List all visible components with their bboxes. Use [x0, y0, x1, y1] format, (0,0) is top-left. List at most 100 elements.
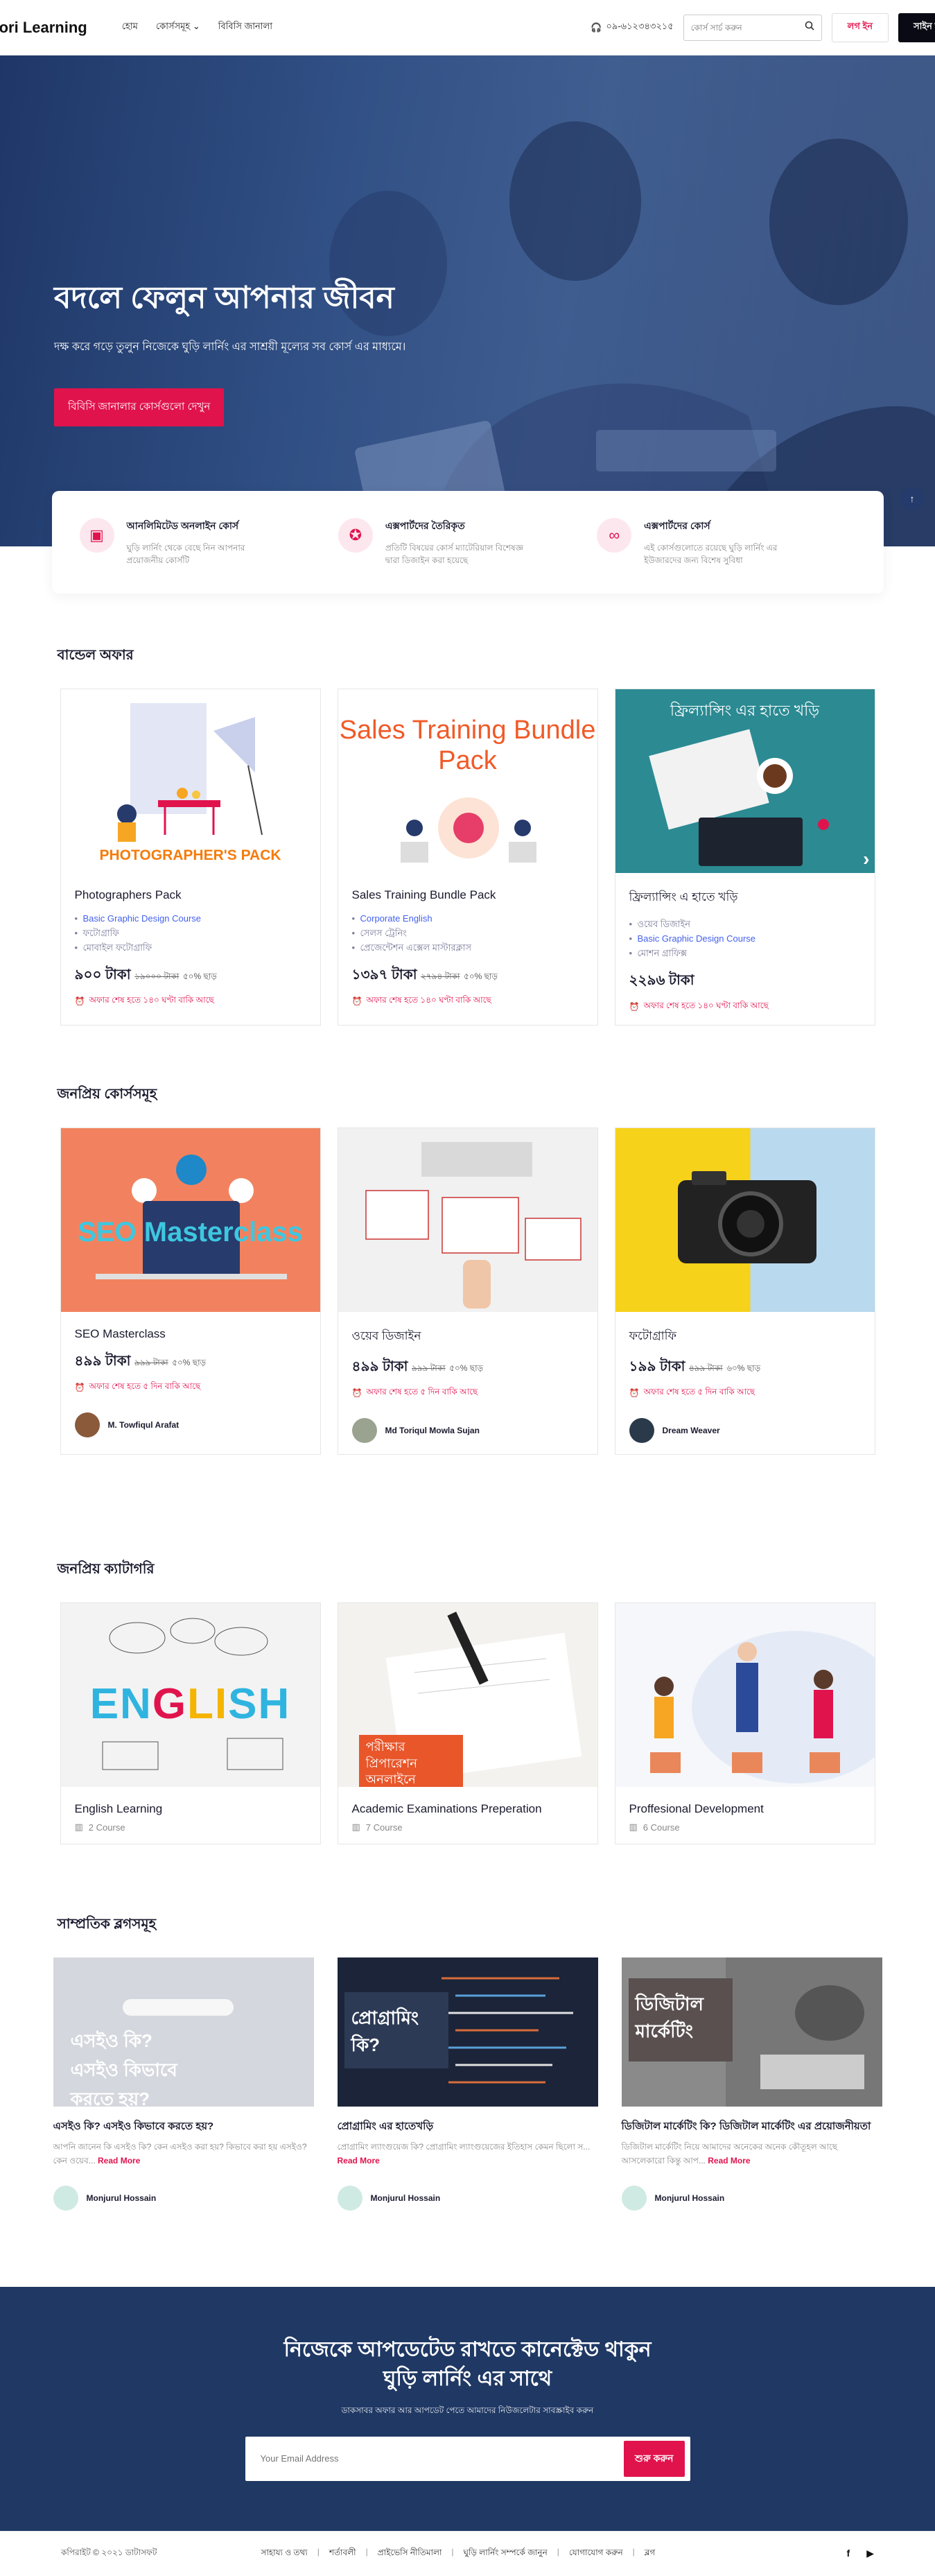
chevron-right-icon[interactable]: ›: [863, 848, 869, 870]
bundle-title: ফ্রিল্যান্সিং এ হাতে খড়ি: [629, 890, 738, 904]
phone-number[interactable]: 🎧 ০৯-৬১২৩৪৩২১৫: [591, 20, 673, 35]
current-price: ১৯৯ টাকা: [629, 1359, 685, 1375]
discount: ৫০% ছাড়: [172, 1358, 207, 1368]
instructor[interactable]: M. Towfiqul Arafat: [74, 1412, 306, 1438]
category-card[interactable]: ENGLISH English Learning ▥ 2 Course: [60, 1602, 321, 1845]
blog-card[interactable]: ডিজিটাল মার্কেটিং ডিজিটাল মার্কেটিং কি? …: [621, 1957, 882, 2218]
footer-link-terms[interactable]: শর্তাবলী: [329, 2547, 356, 2561]
bundle-title: Photographers Pack: [74, 888, 182, 901]
list-item: ফটোগ্রাফি: [75, 926, 306, 941]
email-field[interactable]: [260, 2453, 624, 2464]
old-price: ১৯০০০ টাকা: [134, 971, 180, 982]
course-card[interactable]: ওয়েব ডিজাইন ৪৯৯ টাকা ৯৯৯ টাকা ৫০% ছাড় …: [337, 1127, 598, 1455]
video-icon: ▣: [79, 518, 114, 553]
feature-item: ✪ এক্সপার্টদের তৈরিকৃত প্রতিটি বিষয়ের ক…: [338, 518, 597, 567]
bundle-card[interactable]: Sales Training Bundle Pack Sales Trainin…: [337, 689, 598, 1026]
hero-title: বদলে ফেলুন আপনার জীবন: [54, 281, 394, 315]
login-button[interactable]: লগ ইন: [831, 12, 889, 42]
site-logo[interactable]: ❦ ghoori Learning: [0, 17, 87, 38]
timer-text: অফার শেষ হতে ১৪০ ঘণ্টা বাকি আছে: [643, 1001, 769, 1011]
alarm-icon: ⏰: [74, 996, 85, 1007]
discount: ৫০% ছাড়: [449, 1363, 484, 1374]
footer-link-blog[interactable]: ব্লগ: [645, 2547, 656, 2561]
nav-home[interactable]: হোম: [122, 20, 138, 35]
instructor-name: M. Towfiqul Arafat: [107, 1420, 180, 1430]
categories-section: জনপ্রিয় ক্যাটাগরি ENGLISH English Learn…: [52, 1455, 884, 1845]
facebook-icon[interactable]: f: [847, 2548, 850, 2559]
offer-timer: ⏰ অফার শেষ হতে ৫ দিন বাকি আছে: [629, 1386, 861, 1400]
timer-text: অফার শেষ হতে ১৪০ ঘণ্টা বাকি আছে: [89, 995, 214, 1005]
list-item: মোবাইল ফটোগ্রাফি: [75, 941, 306, 956]
feature-title: আনলিমিটেড অনলাইন কোর্স: [126, 520, 239, 531]
section-title: জনপ্রিয় ক্যাটাগরি: [57, 1562, 155, 1577]
signup-button[interactable]: সাইন আপ: [898, 12, 935, 42]
footer-link-help[interactable]: সাহায্য ও তথ্য: [261, 2547, 307, 2561]
blog-author[interactable]: Monjurul Hossain: [621, 2185, 882, 2211]
footer-link-contact[interactable]: যোগাযোগ করুন: [569, 2547, 623, 2561]
offer-timer: ⏰ অফার শেষ হতে ১৪০ ঘণ্টা বাকি আছে: [75, 994, 306, 1008]
price: ৪৯৯ টাকা ৯৯৯ টাকা ৫০% ছাড়: [352, 1356, 584, 1379]
section-title: সাম্প্রতিক ব্লগসমূহ: [57, 1917, 157, 1933]
blog-card[interactable]: এসইও কি? এসইও কিভাবে করতে হয়? এসইও কি? …: [53, 1957, 314, 2218]
list-item: প্রেজেন্টেশন এক্সেল মাস্টারক্লাস: [352, 941, 584, 956]
blog-excerpt: ডিজিটাল মার্কেটিং নিয়ে আমাদের অনেকের অন…: [622, 2141, 882, 2167]
infinity-icon: ∞: [597, 518, 632, 553]
avatar: [74, 1412, 100, 1438]
timer-text: অফার শেষ হতে ৫ দিন বাকি আছে: [643, 1387, 755, 1397]
newsletter-form: শুরু করুন: [245, 2436, 690, 2481]
price: ৪৯৯ টাকা ৯৯৯ টাকা ৫০% ছাড়: [75, 1351, 306, 1374]
course-card[interactable]: SEO Masterclass SEO Masterclass ৪৯৯ টাকা…: [60, 1127, 321, 1455]
chevron-left-icon[interactable]: ‹: [66, 848, 72, 870]
search-input[interactable]: [690, 22, 805, 33]
count-text: 6 Course: [643, 1822, 680, 1833]
feature-strip: ▣ আনলিমিটেড অনলাইন কোর্স ঘুড়ি লার্নিং থ…: [0, 491, 935, 594]
blog-card-image: প্রোগ্রামিং কি?: [337, 1957, 598, 2107]
footer-link-privacy[interactable]: প্রাইভেসি নীতিমালা: [378, 2547, 442, 2561]
book-icon: ▥: [351, 1822, 360, 1833]
read-more-link[interactable]: Read More: [98, 2156, 140, 2166]
subscribe-button[interactable]: শুরু করুন: [623, 2440, 685, 2477]
popular-courses-section: জনপ্রিয় কোর্সসমূহ SEO Masterclass SEO M…: [52, 1026, 884, 1455]
feature-item: ▣ আনলিমিটেড অনলাইন কোর্স ঘুড়ি লার্নিং থ…: [79, 518, 338, 567]
hero-cta-button[interactable]: বিবিসি জানালার কোর্সগুলো দেখুন: [54, 388, 225, 426]
alarm-icon: ⏰: [629, 1002, 640, 1012]
course-card[interactable]: ফটোগ্রাফি ১৯৯ টাকা ৪৯৯ টাকা ৬০% ছাড় ⏰ অফ…: [614, 1127, 875, 1455]
bundle-card-image: Sales Training Bundle Pack: [338, 689, 597, 873]
footer-link-about[interactable]: ঘুড়ি লার্নিং সম্পর্কে জানুন: [464, 2547, 548, 2561]
blog-image-search-bar: [122, 1999, 234, 2016]
instructor[interactable]: Dream Weaver: [629, 1418, 861, 1444]
category-title: English Learning: [74, 1802, 163, 1816]
blog-author[interactable]: Monjurul Hossain: [337, 2185, 598, 2211]
nav-bbc-janala[interactable]: বিবিসি জানালা: [218, 20, 272, 35]
category-card-image: পরীক্ষার প্রিপারেশন অনলাইনে: [338, 1603, 597, 1788]
bundle-course-list: Corporate English সেলস ট্রেনিং প্রেজেন্ট…: [352, 912, 584, 955]
bundle-card[interactable]: ফ্রিল্যান্সিং এর হাতে খড়ি ফ্রিল্যান্সিং…: [614, 689, 875, 1026]
instructor[interactable]: Md Toriqul Mowla Sujan: [351, 1418, 584, 1444]
hero-banner: বদলে ফেলুন আপনার জীবন দক্ষ করে গড়ে তুলু…: [0, 55, 935, 546]
search-icon[interactable]: [805, 21, 814, 34]
nav-courses[interactable]: কোর্সসমূহ ⌄: [156, 20, 200, 35]
old-price: ৪৯৯ টাকা: [689, 1363, 723, 1374]
bundle-course-list: Basic Graphic Design Course ফটোগ্রাফি মো…: [75, 912, 306, 955]
category-card[interactable]: Proffesional Development ▥ 6 Course: [614, 1602, 875, 1845]
list-item: ওয়েব ডিজাইন: [629, 917, 861, 932]
list-item: Basic Graphic Design Course: [75, 912, 306, 926]
read-more-link[interactable]: Read More: [338, 2156, 380, 2166]
read-more-link[interactable]: Read More: [708, 2156, 750, 2166]
blog-excerpt: আপনি জানেন কি এসইও কি? কেন এসইও করা হয়?…: [53, 2141, 314, 2167]
timer-text: অফার শেষ হতে ৫ দিন বাকি আছে: [89, 1381, 201, 1392]
category-card[interactable]: পরীক্ষার প্রিপারেশন অনলাইনে Academic Exa…: [337, 1602, 598, 1845]
avatar: [629, 1418, 654, 1444]
blog-title: প্রোগ্রামিং এর হাতেখড়ি: [337, 2120, 434, 2133]
alarm-icon: ⏰: [351, 996, 362, 1007]
count-text: 7 Course: [365, 1822, 403, 1833]
course-title: ফটোগ্রাফি: [629, 1329, 676, 1343]
section-title: জনপ্রিয় কোর্সসমূহ: [57, 1087, 157, 1103]
category-image-caption: পরীক্ষার প্রিপারেশন অনলাইনে: [358, 1735, 463, 1788]
blog-card[interactable]: প্রোগ্রামিং কি? প্রোগ্রামিং এর হাতেখড়ি …: [337, 1957, 598, 2218]
bundle-card[interactable]: PHOTOGRAPHER'S PACK Photographers Pack B…: [60, 689, 321, 1026]
category-card-image: [615, 1603, 875, 1788]
youtube-icon[interactable]: ▶: [866, 2548, 874, 2559]
section-title: বান্ডেল অফার: [57, 648, 134, 663]
blog-author[interactable]: Monjurul Hossain: [53, 2185, 314, 2211]
